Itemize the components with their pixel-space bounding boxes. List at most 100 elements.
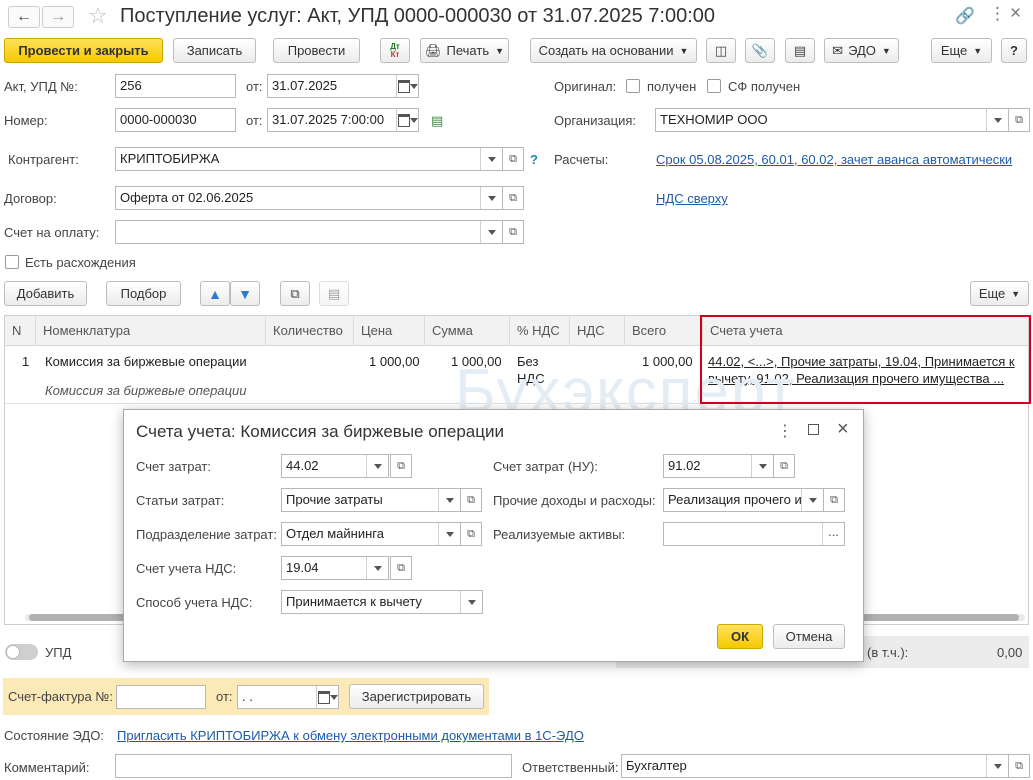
col-vat-rate[interactable]: % НДС	[510, 316, 570, 346]
select-button[interactable]: Подбор	[106, 281, 181, 306]
cancel-button[interactable]: Отмена	[773, 624, 845, 649]
back-button[interactable]: ←	[8, 6, 40, 28]
move-up-button[interactable]: ▲	[200, 281, 230, 306]
add-row-button[interactable]: Добавить	[4, 281, 87, 306]
col-nomenclature[interactable]: Номенклатура	[36, 316, 266, 346]
calendar-icon[interactable]	[396, 109, 418, 131]
act-number-field[interactable]: 256	[115, 74, 236, 98]
other-income-field[interactable]: Реализация прочего и	[663, 488, 824, 512]
maximize-icon[interactable]	[808, 424, 819, 435]
vat-account-label: Счет учета НДС:	[136, 561, 237, 576]
ok-button[interactable]: ОК	[717, 624, 763, 649]
original-received-checkbox[interactable]	[626, 79, 640, 93]
structure-button[interactable]: ◫	[706, 38, 736, 63]
contract-field[interactable]: Оферта от 02.06.2025	[115, 186, 503, 210]
edo-button[interactable]: ✉ ЭДО ▼	[824, 38, 899, 63]
move-down-button[interactable]: ▼	[230, 281, 260, 306]
calendar-icon[interactable]	[396, 75, 418, 97]
sf-number-field[interactable]	[116, 685, 206, 709]
favorite-star-icon[interactable]: ☆	[88, 3, 108, 29]
vat-method-field[interactable]: Принимается к вычету	[281, 590, 483, 614]
chevron-down-icon[interactable]	[460, 591, 482, 613]
chevron-down-icon[interactable]	[366, 455, 388, 477]
number-date-field[interactable]: 31.07.2025 7:00:00	[267, 108, 419, 132]
more-button[interactable]: Еще ▼	[931, 38, 992, 63]
calendar-icon[interactable]	[316, 686, 338, 708]
open-other-income-button[interactable]: ⧉	[823, 488, 845, 512]
copy-row-button[interactable]: ⧉	[280, 281, 310, 306]
chevron-down-icon[interactable]	[480, 148, 502, 170]
upd-label: УПД	[45, 645, 72, 660]
attach-button[interactable]: 📎	[745, 38, 775, 63]
chevron-down-icon[interactable]	[438, 523, 460, 545]
chevron-down-icon[interactable]	[480, 187, 502, 209]
payments-link[interactable]: Срок 05.08.2025, 60.01, 60.02, зачет ава…	[656, 152, 1012, 167]
open-cost-dept-button[interactable]: ⧉	[460, 522, 482, 546]
open-contractor-button[interactable]: ⧉	[502, 147, 524, 171]
accounts-highlight-frame	[700, 315, 1031, 404]
chevron-down-icon[interactable]	[986, 109, 1008, 131]
col-price[interactable]: Цена	[354, 316, 425, 346]
vat-account-field[interactable]: 19.04	[281, 556, 389, 580]
open-contract-button[interactable]: ⧉	[502, 186, 524, 210]
col-vat[interactable]: НДС	[570, 316, 625, 346]
register-button[interactable]: Зарегистрировать	[349, 684, 484, 709]
chevron-down-icon[interactable]	[751, 455, 773, 477]
cost-items-field[interactable]: Прочие затраты	[281, 488, 461, 512]
col-sum[interactable]: Сумма	[425, 316, 510, 346]
contractor-help-icon[interactable]: ?	[530, 152, 538, 168]
vat-on-top-link[interactable]: НДС сверху	[656, 191, 728, 206]
help-button[interactable]: ?	[1001, 38, 1027, 63]
open-icon: ⧉	[467, 493, 475, 506]
table-more-button[interactable]: Еще ▼	[970, 281, 1029, 306]
open-invoice-button[interactable]: ⧉	[502, 220, 524, 244]
open-cost-account-button[interactable]: ⧉	[390, 454, 412, 478]
cost-account-nu-field[interactable]: 91.02	[663, 454, 774, 478]
col-total[interactable]: Всего	[625, 316, 703, 346]
check-list-icon[interactable]: ▤	[431, 113, 443, 129]
col-quantity[interactable]: Количество	[266, 316, 354, 346]
paste-row-button[interactable]: ▤	[319, 281, 349, 306]
open-cost-items-button[interactable]: ⧉	[460, 488, 482, 512]
cost-dept-field[interactable]: Отдел майнинга	[281, 522, 461, 546]
close-icon[interactable]: ×	[837, 418, 849, 441]
open-responsible-button[interactable]: ⧉	[1008, 754, 1030, 778]
comment-field[interactable]	[115, 754, 512, 778]
close-icon[interactable]: ×	[1010, 3, 1021, 25]
save-button[interactable]: Записать	[173, 38, 256, 63]
report-button[interactable]: ▤	[785, 38, 815, 63]
create-based-on-button[interactable]: Создать на основании ▼	[530, 38, 697, 63]
sf-date-field[interactable]: . .	[237, 685, 339, 709]
chevron-down-icon[interactable]	[801, 489, 823, 511]
cost-account-field[interactable]: 44.02	[281, 454, 389, 478]
print-button[interactable]: 🖨 Печать ▼	[420, 38, 509, 63]
open-organization-button[interactable]: ⧉	[1008, 108, 1030, 132]
sf-received-checkbox[interactable]	[707, 79, 721, 93]
discrepancy-checkbox[interactable]	[5, 255, 19, 269]
organization-field[interactable]: ТЕХНОМИР ООО	[655, 108, 1009, 132]
chevron-down-icon[interactable]	[366, 557, 388, 579]
more-vertical-icon[interactable]: ⋮	[777, 421, 793, 441]
responsible-field[interactable]: Бухгалтер	[621, 754, 1009, 778]
forward-button[interactable]: →	[42, 6, 74, 28]
contractor-field[interactable]: КРИПТОБИРЖА	[115, 147, 503, 171]
col-n[interactable]: N	[5, 316, 36, 346]
link-icon[interactable]: 🔗	[955, 6, 975, 26]
chevron-down-icon[interactable]	[480, 221, 502, 243]
upd-toggle[interactable]	[5, 644, 38, 660]
edo-invite-link[interactable]: Пригласить КРИПТОБИРЖА к обмену электрон…	[117, 728, 584, 743]
select-ellipsis-button[interactable]: ...	[822, 523, 844, 545]
post-and-close-button[interactable]: Провести и закрыть	[4, 38, 163, 63]
open-icon: ⧉	[830, 493, 838, 506]
chevron-down-icon[interactable]	[986, 755, 1008, 777]
number-field[interactable]: 0000-000030	[115, 108, 236, 132]
open-vat-account-button[interactable]: ⧉	[390, 556, 412, 580]
dt-kt-button[interactable]: Дт Кт	[380, 38, 410, 63]
open-cost-account-nu-button[interactable]: ⧉	[773, 454, 795, 478]
post-button[interactable]: Провести	[273, 38, 360, 63]
assets-field[interactable]: ...	[663, 522, 845, 546]
more-vertical-icon[interactable]: ⋮	[989, 4, 1006, 24]
chevron-down-icon[interactable]	[438, 489, 460, 511]
invoice-for-payment-field[interactable]	[115, 220, 503, 244]
act-date-field[interactable]: 31.07.2025	[267, 74, 419, 98]
